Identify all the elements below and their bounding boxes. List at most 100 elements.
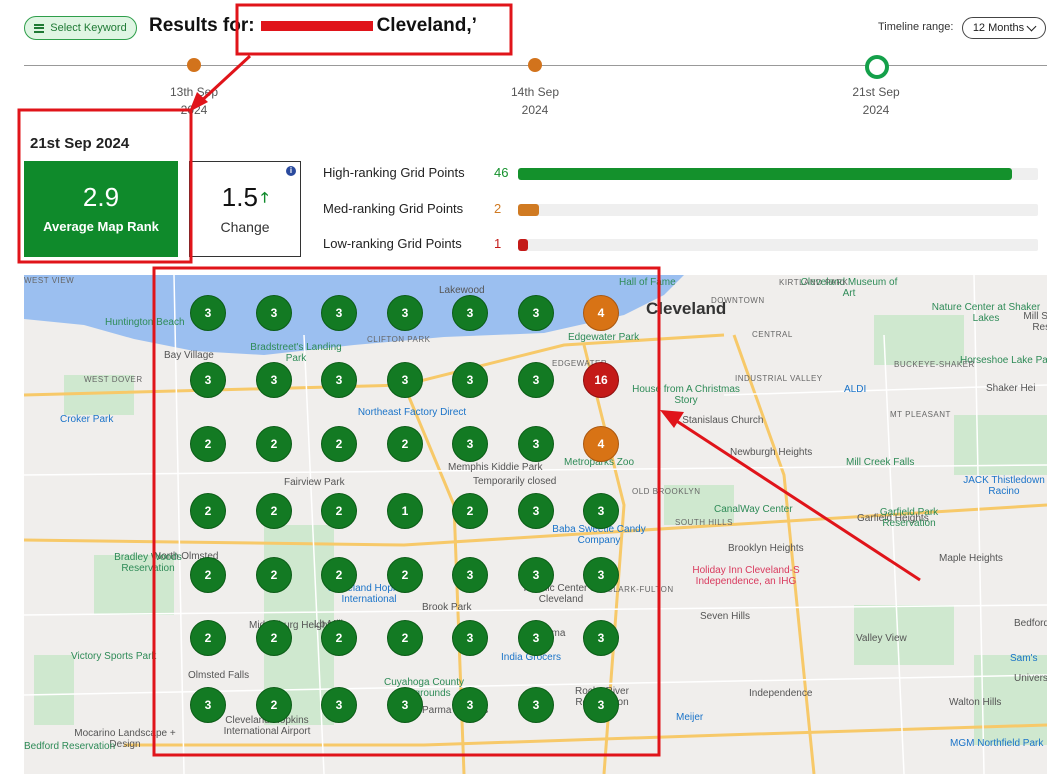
rank-pin-r1-c7[interactable]: 4: [583, 295, 619, 331]
map-label: Bedford: [1014, 618, 1047, 629]
rank-pin-r4-c3[interactable]: 2: [321, 493, 357, 529]
average-map-rank-card: 2.9 Average Map Rank: [24, 161, 178, 257]
map-label: Victory Sports Park: [71, 651, 157, 662]
rank-pin-r1-c6[interactable]: 3: [518, 295, 554, 331]
rank-pin-r3-c7[interactable]: 4: [583, 426, 619, 462]
rank-pin-r3-c3[interactable]: 2: [321, 426, 357, 462]
rank-pin-r4-c6[interactable]: 3: [518, 493, 554, 529]
map-label: Memphis Kiddie Park: [448, 462, 543, 473]
med-ranking-bar-track: [518, 204, 1038, 216]
rank-pin-r5-c2[interactable]: 2: [256, 557, 292, 593]
rank-pin-r3-c2[interactable]: 2: [256, 426, 292, 462]
map-label: Northeast Factory Direct: [357, 407, 467, 418]
map-label: DOWNTOWN: [711, 296, 765, 305]
rank-pin-r4-c7[interactable]: 3: [583, 493, 619, 529]
map-label: MT PLEASANT: [890, 410, 951, 419]
select-keyword-label: Select Keyword: [50, 22, 127, 34]
rank-pin-r6-c3[interactable]: 2: [321, 620, 357, 656]
arrow-up-icon: 🡑: [260, 189, 269, 206]
rank-pin-r7-c1[interactable]: 3: [190, 687, 226, 723]
rank-pin-r7-c4[interactable]: 3: [387, 687, 423, 723]
average-map-rank-label: Average Map Rank: [43, 219, 159, 234]
timeline-date-14-sep: 14th Sep 2024: [510, 85, 560, 117]
map-label: CLIFTON PARK: [367, 335, 431, 344]
rank-pin-r2-c1[interactable]: 3: [190, 362, 226, 398]
map-label: Lakewood: [439, 285, 485, 296]
timeline-point-14-sep[interactable]: [528, 58, 542, 72]
map-label: Temporarily closed: [473, 476, 557, 487]
rank-pin-r2-c3[interactable]: 3: [321, 362, 357, 398]
map-label: Mill Creek Falls: [846, 457, 915, 468]
map-label: Meijer: [676, 712, 704, 723]
map-label: Independence: [749, 688, 813, 699]
rank-pin-r4-c1[interactable]: 2: [190, 493, 226, 529]
map-label: Bay Village: [164, 350, 214, 361]
map-label: Seven Hills: [700, 611, 751, 622]
selected-date-title: 21st Sep 2024: [30, 135, 130, 152]
map-label: Huntington Beach: [105, 317, 185, 328]
map-label: BUCKEYE-SHAKER: [894, 360, 975, 369]
rank-pin-r1-c5[interactable]: 3: [452, 295, 488, 331]
map-label: Shaker Hei: [986, 383, 1036, 394]
rank-pin-r5-c3[interactable]: 2: [321, 557, 357, 593]
rank-pin-r5-c7[interactable]: 3: [583, 557, 619, 593]
map-label: Croker Park: [60, 414, 114, 425]
select-keyword-button[interactable]: Select Keyword: [24, 16, 137, 40]
map-label: University Heights: [1014, 673, 1047, 684]
rank-pin-r6-c4[interactable]: 2: [387, 620, 423, 656]
rank-pin-r6-c7[interactable]: 3: [583, 620, 619, 656]
rank-pin-r5-c1[interactable]: 2: [190, 557, 226, 593]
rank-pin-r1-c3[interactable]: 3: [321, 295, 357, 331]
map-label: Maple Heights: [939, 553, 1003, 564]
rank-pin-r7-c2[interactable]: 2: [256, 687, 292, 723]
rank-pin-r3-c6[interactable]: 3: [518, 426, 554, 462]
map-label: Garfield Park Reservation: [879, 507, 939, 529]
rank-pin-r5-c5[interactable]: 3: [452, 557, 488, 593]
map-label: Edgewater Park: [568, 332, 640, 343]
high-ranking-count: 46: [494, 165, 509, 180]
rank-pin-r6-c2[interactable]: 2: [256, 620, 292, 656]
map-label: WEST DOVER: [84, 375, 143, 384]
map-label: Bradley Woods Reservation: [114, 552, 182, 574]
rank-pin-r3-c5[interactable]: 3: [452, 426, 488, 462]
change-label: Change: [220, 219, 270, 235]
rank-pin-r1-c4[interactable]: 3: [387, 295, 423, 331]
results-title: Results for: Cleveland,’: [149, 15, 477, 36]
rank-pin-r3-c1[interactable]: 2: [190, 426, 226, 462]
map-label: CanalWay Center: [714, 504, 793, 515]
rank-pin-r4-c5[interactable]: 2: [452, 493, 488, 529]
rank-pin-r7-c6[interactable]: 3: [518, 687, 554, 723]
rank-pin-r1-c1[interactable]: 3: [190, 295, 226, 331]
rank-pin-r4-c4[interactable]: 1: [387, 493, 423, 529]
rank-pin-r1-c2[interactable]: 3: [256, 295, 292, 331]
rank-pin-r2-c2[interactable]: 3: [256, 362, 292, 398]
map-label: WEST VIEW: [24, 276, 75, 285]
rank-pin-r5-c4[interactable]: 2: [387, 557, 423, 593]
rank-pin-r2-c5[interactable]: 3: [452, 362, 488, 398]
rank-pin-r6-c6[interactable]: 3: [518, 620, 554, 656]
timeline-range-select[interactable]: 12 Months: [962, 17, 1046, 39]
rank-pin-r4-c2[interactable]: 2: [256, 493, 292, 529]
rank-pin-r3-c4[interactable]: 2: [387, 426, 423, 462]
map-label: Hall of Fame: [619, 277, 676, 288]
rank-pin-r7-c5[interactable]: 3: [452, 687, 488, 723]
rank-pin-r6-c1[interactable]: 2: [190, 620, 226, 656]
map-label: Mill Stream Run Reservation: [1023, 311, 1047, 333]
rank-pin-r2-c4[interactable]: 3: [387, 362, 423, 398]
rank-pin-r5-c6[interactable]: 3: [518, 557, 554, 593]
timeline-point-21-sep[interactable]: [865, 55, 889, 79]
rank-pin-r6-c5[interactable]: 3: [452, 620, 488, 656]
rank-pin-r7-c7[interactable]: 3: [583, 687, 619, 723]
map[interactable]: Cleveland Lakewood Bay Village Fairview Par…: [24, 275, 1047, 774]
low-ranking-bar-track: [518, 239, 1038, 251]
info-icon[interactable]: i: [286, 166, 296, 176]
map-label: Olmsted Falls: [188, 670, 250, 681]
rank-pin-r7-c3[interactable]: 3: [321, 687, 357, 723]
rank-pin-r2-c6[interactable]: 3: [518, 362, 554, 398]
map-label: Walton Hills: [949, 697, 1002, 708]
high-ranking-bar-track: [518, 168, 1038, 180]
timeline-point-13-sep[interactable]: [187, 58, 201, 72]
map-label: Valley View: [856, 633, 907, 644]
timeline-date-13-sep: 13th Sep 2024: [169, 85, 219, 117]
rank-pin-r2-c7[interactable]: 16: [583, 362, 619, 398]
